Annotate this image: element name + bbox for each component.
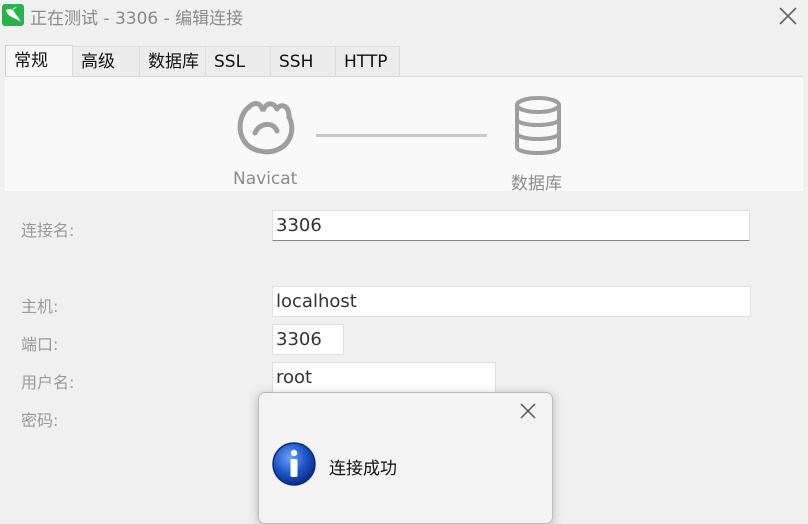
close-icon[interactable] — [518, 401, 538, 421]
close-icon[interactable] — [776, 4, 800, 28]
connection-name-label: 连接名: — [21, 221, 75, 240]
username-label: 用户名: — [21, 373, 75, 392]
username-input[interactable] — [272, 362, 496, 393]
tab-ssl[interactable]: SSL — [205, 46, 271, 76]
navicat-dolphin-icon — [2, 4, 24, 26]
connection-success-dialog: 连接成功 — [258, 392, 553, 524]
window-title: 正在测试 - 3306 - 编辑连接 — [30, 9, 244, 29]
tab-ssh[interactable]: SSH — [270, 46, 336, 76]
connection-line — [316, 134, 487, 137]
connection-diagram: Navicat 数据库 — [5, 77, 803, 194]
title-bar: 正在测试 - 3306 - 编辑连接 — [0, 0, 808, 32]
tab-general[interactable]: 常规 — [5, 45, 73, 77]
password-label: 密码: — [21, 411, 59, 430]
database-icon — [515, 96, 561, 155]
tab-database[interactable]: 数据库 — [139, 46, 206, 76]
host-input[interactable] — [272, 286, 751, 317]
navicat-logo-icon — [237, 101, 295, 155]
port-label: 端口: — [21, 335, 59, 354]
host-label: 主机: — [21, 297, 59, 316]
navicat-label: Navicat — [233, 169, 298, 189]
tab-advanced[interactable]: 高级 — [72, 46, 140, 76]
tab-http[interactable]: HTTP — [335, 46, 400, 76]
dialog-message: 连接成功 — [329, 459, 397, 479]
port-input[interactable] — [272, 324, 344, 355]
database-label: 数据库 — [511, 174, 562, 194]
info-icon — [272, 442, 316, 486]
connection-name-input[interactable] — [272, 210, 750, 241]
